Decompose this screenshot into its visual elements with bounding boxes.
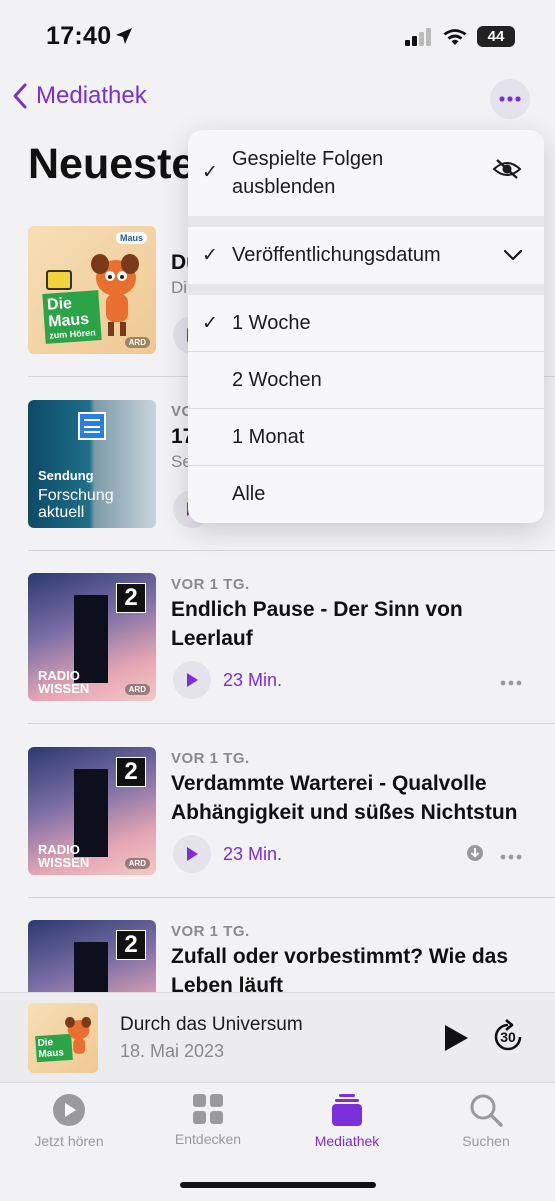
- episode-duration: 23 Min.: [223, 670, 283, 690]
- br2-logo: 2: [116, 583, 146, 613]
- divider: [28, 723, 555, 724]
- mouse-character-icon: [65, 1016, 92, 1054]
- menu-item-label: Veröffentlichungsdatum: [232, 244, 441, 266]
- cellular-signal-icon: [405, 27, 431, 46]
- ellipsis-icon: [500, 680, 522, 686]
- ard-logo: ARD: [124, 337, 150, 348]
- chevron-left-icon: [13, 83, 27, 109]
- location-arrow-icon: [114, 26, 134, 51]
- ard-logo: ARD: [124, 858, 150, 869]
- mini-player-artwork: Die Maus: [28, 1003, 98, 1073]
- menu-item-sort-date[interactable]: ✓ Veröffentlichungsdatum: [188, 227, 544, 284]
- menu-item-range[interactable]: Alle: [188, 466, 544, 523]
- episode-date: VOR 1 TG.: [171, 750, 250, 767]
- menu-section-gap: [188, 284, 544, 295]
- menu-item-label: Alle: [232, 483, 266, 505]
- radio-wissen-label: RADIO WISSEN: [38, 668, 90, 696]
- menu-item-label: 1 Monat: [232, 425, 305, 448]
- episode-date: VOR 1 TG.: [171, 923, 250, 940]
- grid-icon: [193, 1094, 223, 1124]
- home-indicator: [180, 1182, 376, 1188]
- play-icon: [445, 1025, 468, 1051]
- play-circle-icon: [53, 1094, 85, 1126]
- mini-player-date: 18. Mai 2023: [120, 1041, 225, 1061]
- wifi-icon: [443, 28, 467, 45]
- episode-artwork: 2 RADIO WISSEN ARD: [28, 747, 156, 875]
- menu-item-range[interactable]: 1 Monat: [188, 409, 544, 465]
- episode-row[interactable]: 2 RADIO WISSEN ARD VOR 1 TG. Verdammte Wa…: [0, 747, 555, 920]
- sort-filter-menu: ✓ Gespielte Folgen ausblenden ✓ Veröffen…: [188, 130, 544, 523]
- skip-seconds-label: 30: [500, 1029, 516, 1045]
- play-icon: [187, 847, 198, 861]
- episode-row[interactable]: 2 VOR 1 TG. Zufall oder vorbestimmt? Wie…: [0, 920, 555, 992]
- tab-mediathek[interactable]: Mediathek: [282, 1093, 412, 1149]
- tab-entdecken[interactable]: Entdecken: [143, 1093, 273, 1147]
- menu-item-label: Gespielte Folgen ausblenden: [232, 148, 384, 198]
- episode-artwork: 2 RADIO WISSEN ARD: [28, 573, 156, 701]
- checkmark-icon: ✓: [202, 162, 218, 183]
- episode-title: Zufall oder vorbestimmt? Wie das Leben l…: [171, 945, 509, 992]
- eye-slash-icon: [492, 158, 522, 188]
- episode-title: Endlich Pause - Der Sinn von Leerlauf: [171, 598, 463, 650]
- downloaded-icon: [466, 844, 484, 867]
- tab-label: Entdecken: [174, 1131, 242, 1147]
- divider: [28, 897, 555, 898]
- episode-title: Verdammte Warterei - Qualvolle Abhängigk…: [171, 772, 518, 824]
- maus-badge: Maus: [116, 232, 148, 244]
- br2-logo: 2: [116, 930, 146, 960]
- menu-section-gap: [188, 216, 544, 227]
- tab-jetzt-hoeren[interactable]: Jetzt hören: [4, 1093, 134, 1149]
- search-icon: [470, 1094, 503, 1127]
- status-time: 17:40: [46, 22, 112, 50]
- episode-artwork: 2: [28, 920, 156, 992]
- ellipsis-icon: [500, 854, 522, 860]
- back-button[interactable]: Mediathek: [12, 82, 147, 110]
- radio-wissen-label: RADIO WISSEN: [38, 842, 90, 870]
- ellipsis-icon: [499, 96, 521, 102]
- sendung-label: Sendung: [38, 468, 94, 483]
- menu-item-range[interactable]: 2 Wochen: [188, 352, 544, 408]
- menu-item-label: 2 Wochen: [232, 368, 322, 391]
- battery-indicator: 44: [477, 26, 515, 47]
- door-graphic: [74, 942, 108, 992]
- episode-more-button[interactable]: [500, 847, 522, 865]
- br2-logo: 2: [116, 757, 146, 787]
- divider: [28, 550, 555, 551]
- chevron-down-icon: [503, 244, 523, 267]
- episode-artwork: Maus Die Maus zum Hören ARD: [28, 226, 156, 354]
- tab-label: Mediathek: [314, 1133, 380, 1149]
- skip-forward-30-button[interactable]: 30: [490, 1019, 526, 1055]
- mini-play-button[interactable]: [443, 1024, 469, 1057]
- library-stack-icon: [332, 1094, 362, 1126]
- forschung-label: Forschung aktuell: [38, 487, 114, 521]
- menu-item-label: 1 Woche: [232, 311, 311, 334]
- episode-artwork: Sendung Forschung aktuell: [28, 400, 156, 528]
- deutschlandfunk-logo: [78, 412, 106, 440]
- tab-suchen[interactable]: Suchen: [421, 1093, 551, 1149]
- menu-item-range[interactable]: ✓ 1 Woche: [188, 295, 544, 351]
- status-icons: 44: [405, 26, 515, 47]
- checkmark-icon: ✓: [202, 245, 218, 266]
- episode-subtitle: Di: [171, 278, 188, 297]
- play-button[interactable]: [173, 661, 211, 699]
- episode-more-button[interactable]: [500, 673, 522, 691]
- more-options-button[interactable]: [490, 79, 530, 119]
- tab-label: Jetzt hören: [34, 1133, 104, 1149]
- play-icon: [187, 673, 198, 687]
- mini-player-title: Durch das Universum: [120, 1014, 303, 1035]
- menu-item-hide-played[interactable]: ✓ Gespielte Folgen ausblenden: [188, 130, 544, 216]
- tab-label: Suchen: [462, 1133, 510, 1149]
- episode-duration: 23 Min.: [223, 844, 283, 864]
- play-button[interactable]: [173, 835, 211, 873]
- ard-logo: ARD: [124, 684, 150, 695]
- episode-row[interactable]: 2 RADIO WISSEN ARD VOR 1 TG. Endlich Paus…: [0, 573, 555, 746]
- episode-date: VOR 1 TG.: [171, 576, 250, 593]
- radio-icon: [46, 270, 72, 290]
- back-label: Mediathek: [36, 82, 147, 109]
- maus-logo: Die Maus zum Hören: [42, 290, 102, 344]
- checkmark-icon: ✓: [202, 312, 218, 334]
